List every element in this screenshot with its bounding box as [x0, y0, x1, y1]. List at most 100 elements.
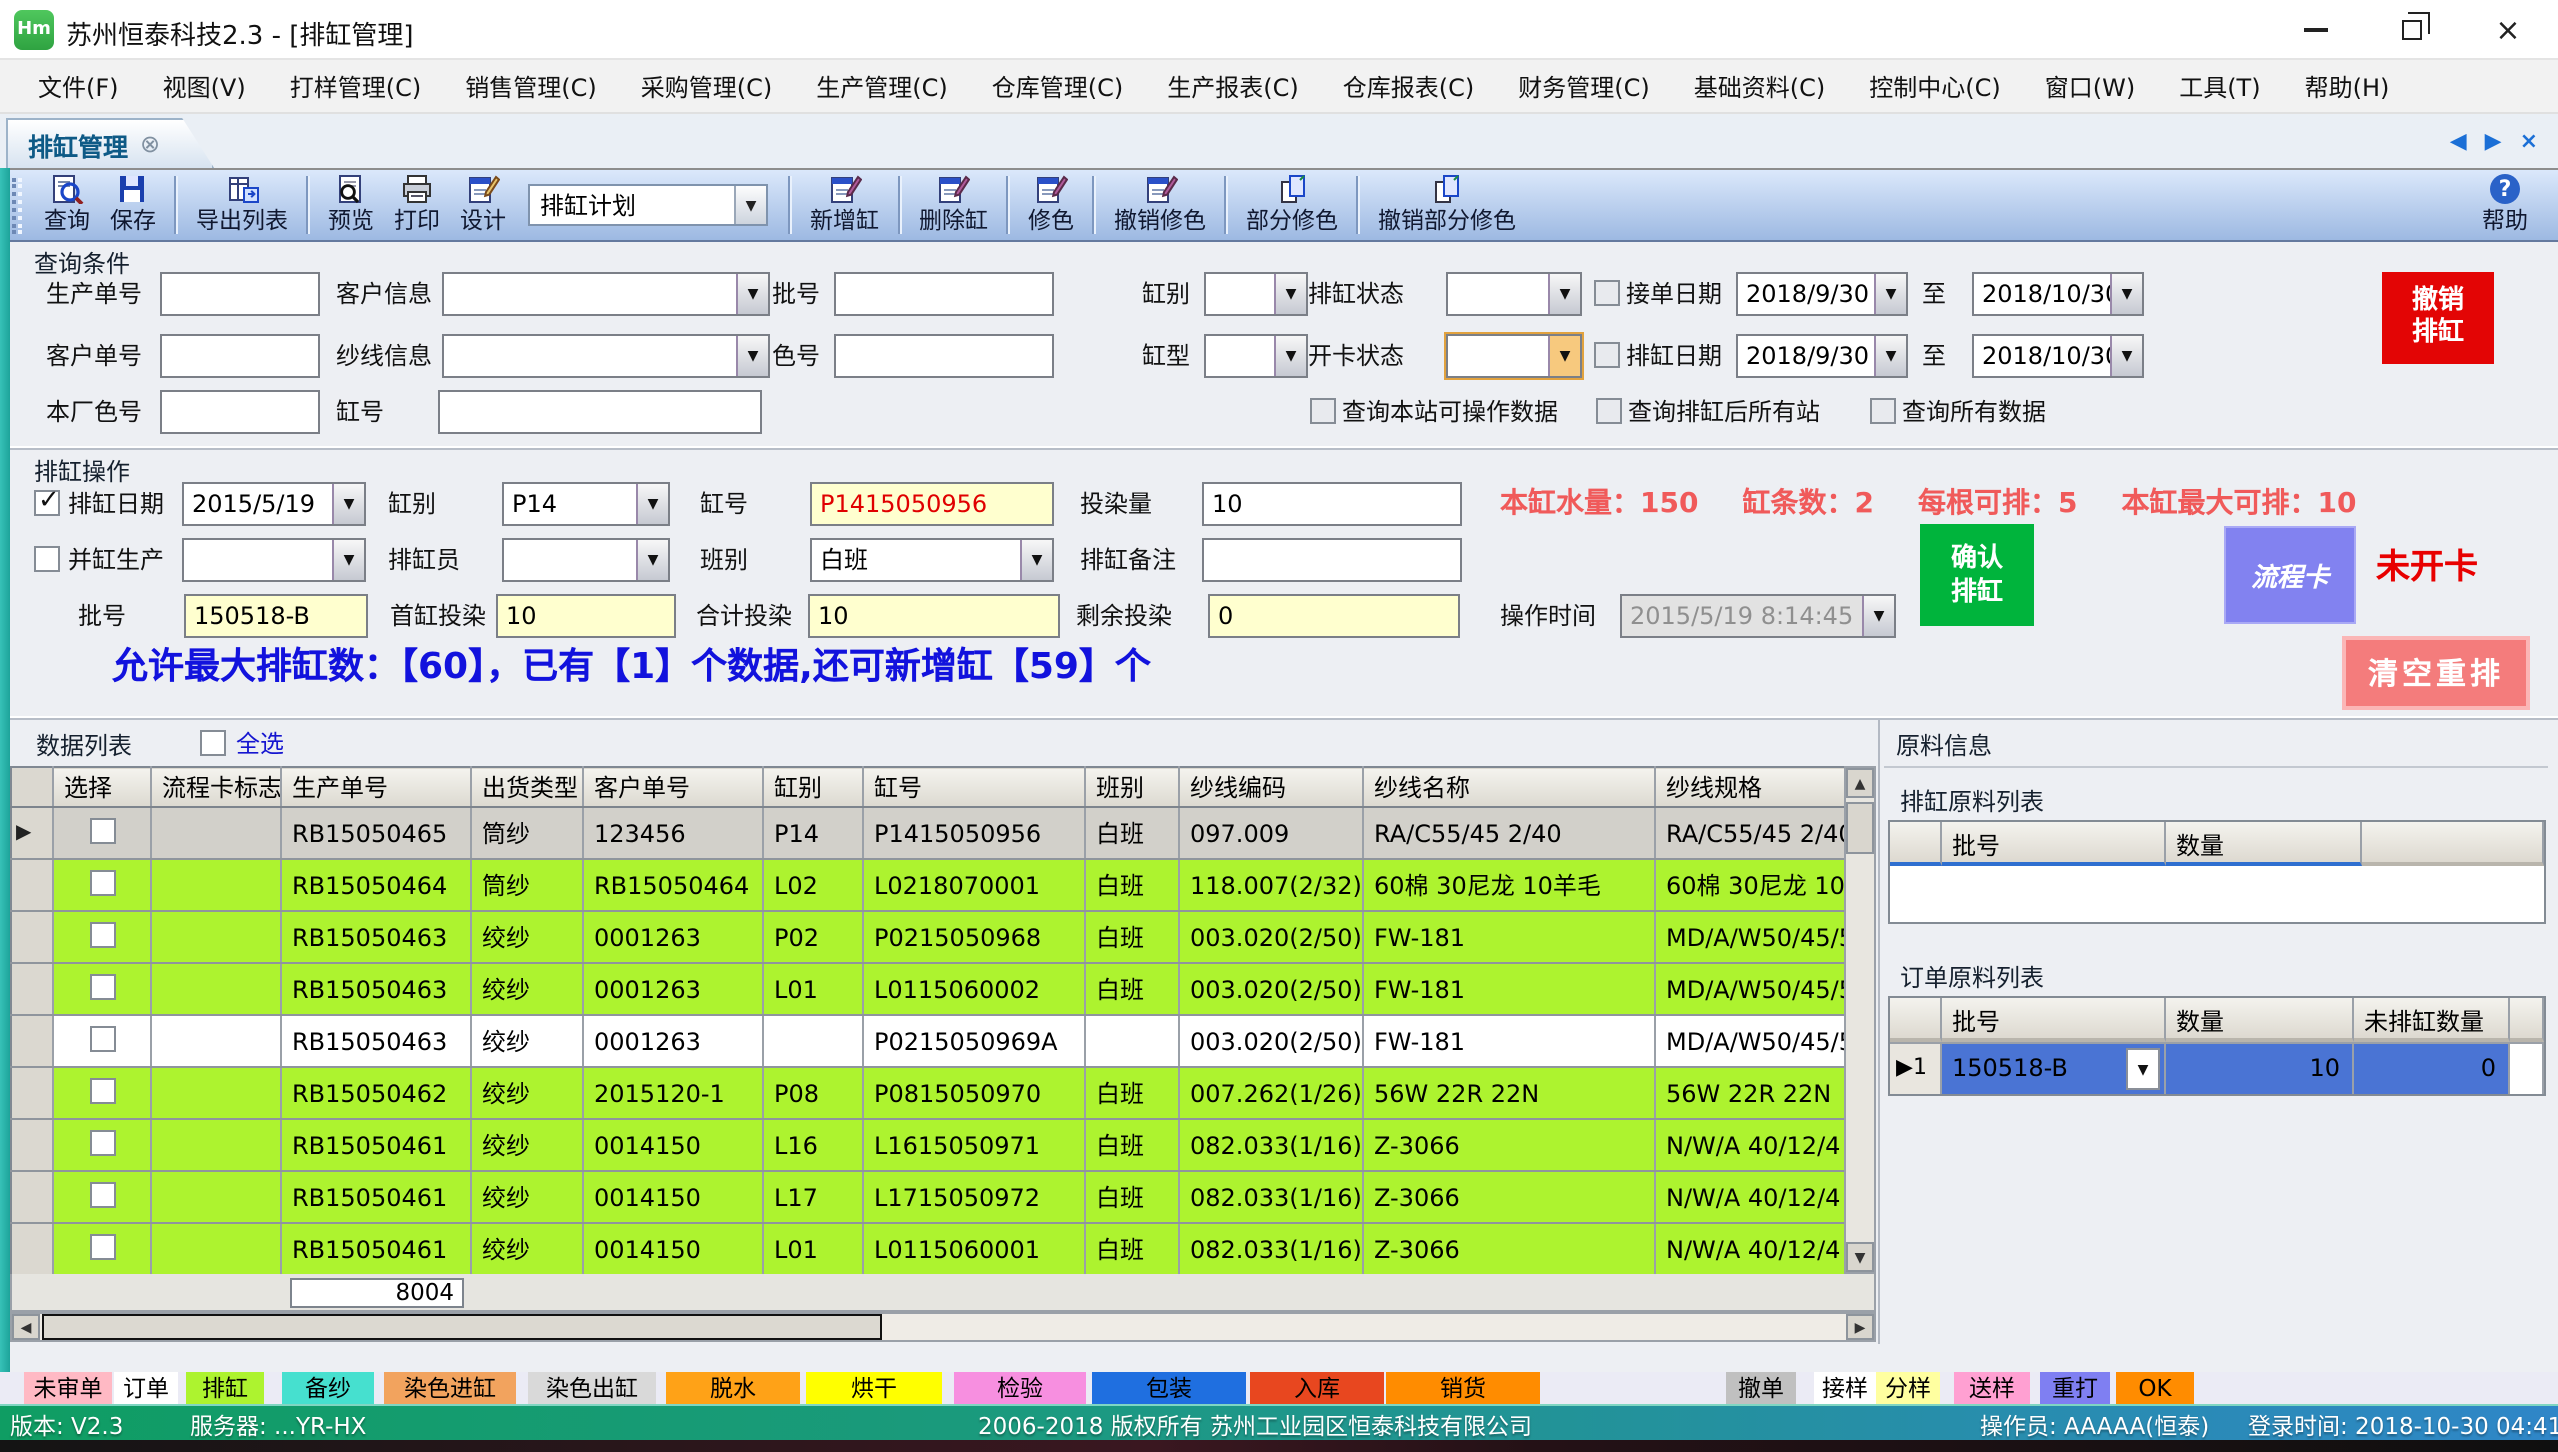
menu-item[interactable]: 工具(T) — [2157, 59, 2282, 113]
column-header[interactable]: 客户单号 — [583, 767, 763, 807]
table-row[interactable]: RB15050463 绞纱 0001263 L01 L0115060002 白班… — [11, 963, 1845, 1015]
print-button[interactable]: 打印 — [384, 171, 450, 239]
order-material-row[interactable]: ▶1 150518-B▼ 10 0 — [1890, 1042, 2544, 1094]
batch-combobox[interactable]: 150518-B▼ — [1942, 1042, 2166, 1094]
query-button[interactable]: 查询 — [34, 171, 100, 239]
row-select-cell[interactable] — [53, 1119, 151, 1171]
chevron-down-icon[interactable]: ▼ — [636, 540, 668, 580]
row-select-cell[interactable] — [53, 859, 151, 911]
column-header-remain[interactable]: 未排缸数量 — [2354, 998, 2510, 1042]
row-select-cell[interactable] — [53, 963, 151, 1015]
tab-close-all-icon[interactable]: × — [2520, 128, 2538, 154]
row-checkbox[interactable] — [89, 1025, 115, 1051]
arranger-combobox[interactable]: ▼ — [502, 538, 670, 582]
row-checkbox[interactable] — [89, 1181, 115, 1207]
cust-order-input[interactable] — [160, 334, 320, 378]
scroll-left-icon[interactable]: ◀ — [12, 1314, 40, 1340]
column-header[interactable]: 生产单号 — [281, 767, 471, 807]
menu-item[interactable]: 视图(V) — [141, 59, 268, 113]
column-header[interactable]: 选择 — [53, 767, 151, 807]
arrange-date-combobox[interactable]: 2015/5/19▼ — [182, 482, 366, 526]
card-status-combobox[interactable]: ▼ — [1446, 334, 1582, 378]
scroll-down-icon[interactable]: ▼ — [1846, 1242, 1874, 1272]
cancel-arrange-button[interactable]: 撤销 排缸 — [2382, 272, 2494, 364]
remain-dye-input[interactable]: 0 — [1208, 594, 1460, 638]
column-header[interactable]: 班别 — [1085, 767, 1179, 807]
partial-fix-color-button[interactable]: 部分修色 — [1236, 171, 1348, 239]
column-header-qty[interactable]: 数量 — [2166, 822, 2362, 866]
yarn-info-combobox[interactable]: ▼ — [442, 334, 770, 378]
tab-close-icon[interactable]: ⊗ — [140, 130, 160, 158]
chevron-down-icon[interactable]: ▼ — [736, 274, 768, 314]
chevron-down-icon[interactable]: ▼ — [1274, 274, 1306, 314]
clear-rearrange-button[interactable]: 清空重排 — [2342, 636, 2530, 710]
row-select-cell[interactable] — [53, 911, 151, 963]
tab-scroll-right-icon[interactable]: ▶ — [2485, 128, 2502, 154]
row-select-cell[interactable] — [53, 1171, 151, 1223]
receive-date-from[interactable]: 2018/9/30▼ — [1736, 272, 1908, 316]
vat-no-input[interactable] — [438, 390, 762, 434]
receive-date-to[interactable]: 2018/10/30▼ — [1972, 272, 2144, 316]
chevron-down-icon[interactable]: ▼ — [2110, 274, 2142, 314]
minimize-button[interactable] — [2284, 12, 2348, 48]
row-select-cell[interactable] — [53, 1223, 151, 1275]
arrange-date-checkbox[interactable] — [1594, 342, 1620, 368]
vertical-scrollbar[interactable]: ▲ ▼ — [1844, 766, 1876, 1274]
scroll-up-icon[interactable]: ▲ — [1846, 768, 1874, 798]
column-header-qty[interactable]: 数量 — [2166, 998, 2354, 1042]
table-row[interactable]: ▶ RB15050465 筒纱 123456 P14 P1415050956 白… — [11, 807, 1845, 859]
tab-scroll-left-icon[interactable]: ◀ — [2450, 128, 2467, 154]
row-checkbox[interactable] — [89, 817, 115, 843]
column-header-batch[interactable]: 批号 — [1942, 822, 2166, 866]
menu-item[interactable]: 采购管理(C) — [619, 59, 795, 113]
remark-input[interactable] — [1202, 538, 1462, 582]
restore-button[interactable] — [2380, 12, 2444, 48]
row-checkbox[interactable] — [89, 869, 115, 895]
chevron-down-icon[interactable]: ▼ — [734, 186, 766, 224]
arrange-date-from[interactable]: 2018/9/30▼ — [1736, 334, 1908, 378]
color-no-input[interactable] — [834, 334, 1054, 378]
column-header[interactable]: 缸别 — [763, 767, 863, 807]
sc-order-input[interactable] — [160, 272, 320, 316]
chevron-down-icon[interactable]: ▼ — [332, 540, 364, 580]
row-select-cell[interactable] — [53, 807, 151, 859]
tab-arrange-vat[interactable]: 排缸管理 ⊗ — [6, 118, 214, 168]
undo-fix-color-button[interactable]: 撤销修色 — [1104, 171, 1216, 239]
help-button[interactable]: ? 帮助 — [2472, 171, 2538, 239]
row-checkbox[interactable] — [89, 921, 115, 947]
menu-item[interactable]: 打样管理(C) — [268, 59, 444, 113]
row-checkbox[interactable] — [89, 1077, 115, 1103]
arrange-date-checkbox[interactable] — [34, 490, 60, 516]
chevron-down-icon[interactable]: ▼ — [2110, 336, 2142, 376]
menu-item[interactable]: 生产报表(C) — [1145, 59, 1321, 113]
menu-item[interactable]: 仓库报表(C) — [1321, 59, 1497, 113]
column-header[interactable]: 纱线规格 — [1655, 767, 1845, 807]
chevron-down-icon[interactable]: ▼ — [1020, 540, 1052, 580]
export-list-button[interactable]: 导出列表 — [186, 171, 298, 239]
all-data-checkbox[interactable] — [1870, 398, 1896, 424]
scroll-right-icon[interactable]: ▶ — [1846, 1314, 1874, 1340]
table-row[interactable]: RB15050463 绞纱 0001263 P0215050969A 003.0… — [11, 1015, 1845, 1067]
column-header[interactable]: 纱线编码 — [1179, 767, 1363, 807]
chevron-down-icon[interactable]: ▼ — [332, 484, 364, 524]
flow-card-button[interactable]: 流程卡 — [2224, 526, 2356, 624]
plan-type-combobox[interactable]: 排缸计划 ▼ — [528, 184, 768, 226]
horizontal-scrollbar[interactable]: ◀ ▶ — [10, 1312, 1876, 1342]
row-checkbox[interactable] — [89, 973, 115, 999]
menu-item[interactable]: 基础资料(C) — [1672, 59, 1848, 113]
confirm-arrange-button[interactable]: 确认 排缸 — [1920, 524, 2034, 626]
column-header[interactable]: 流程卡标志 — [151, 767, 281, 807]
total-dye-input[interactable]: 10 — [808, 594, 1060, 638]
chevron-down-icon[interactable]: ▼ — [1874, 336, 1906, 376]
menu-item[interactable]: 仓库管理(C) — [970, 59, 1146, 113]
undo-partial-fix-color-button[interactable]: 撤销部分修色 — [1368, 171, 1526, 239]
column-header[interactable]: 缸号 — [863, 767, 1085, 807]
table-row[interactable]: RB15050461 绞纱 0014150 L17 L1715050972 白班… — [11, 1171, 1845, 1223]
toolbar-grip[interactable] — [12, 177, 22, 233]
menu-item[interactable]: 窗口(W) — [2023, 59, 2157, 113]
menu-item[interactable]: 财务管理(C) — [1496, 59, 1672, 113]
chevron-down-icon[interactable]: ▼ — [1874, 274, 1906, 314]
row-select-cell[interactable] — [53, 1067, 151, 1119]
arrange-status-combobox[interactable]: ▼ — [1446, 272, 1582, 316]
cust-info-combobox[interactable]: ▼ — [442, 272, 770, 316]
